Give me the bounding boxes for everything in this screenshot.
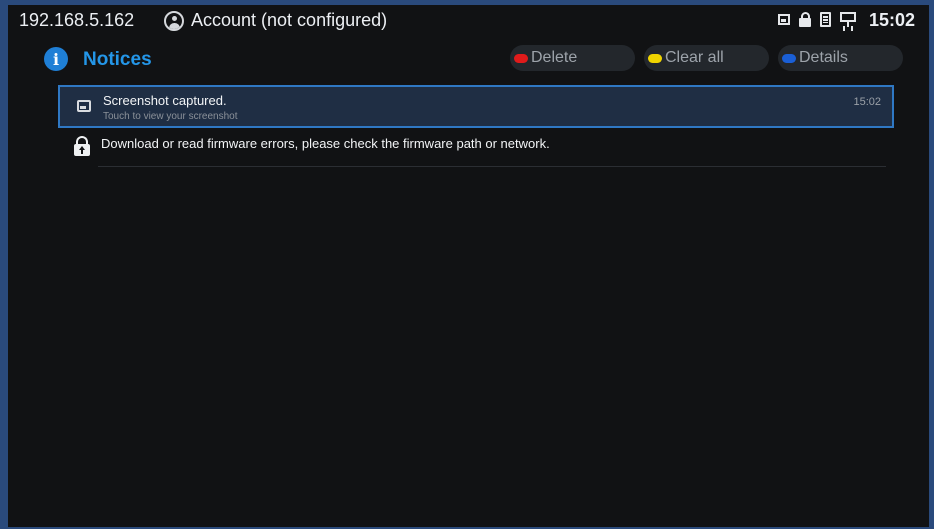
delete-label: Delete (531, 49, 578, 66)
device-screen: 192.168.5.162 Account (not configured) 1… (8, 5, 929, 527)
clear-all-softkey[interactable]: Clear all (644, 45, 769, 71)
status-bar: 192.168.5.162 Account (not configured) 1… (8, 5, 929, 38)
account-icon (164, 11, 184, 31)
red-key-icon (514, 53, 528, 63)
account-status[interactable]: Account (not configured) (191, 10, 387, 31)
info-icon: i (44, 47, 68, 71)
notice-title: Screenshot captured. (103, 93, 227, 108)
page-title: Notices (83, 49, 152, 70)
notice-subtitle: Touch to view your screenshot (103, 111, 238, 122)
clear-all-label: Clear all (665, 49, 724, 66)
notice-item-firmware[interactable]: Download or read firmware errors, please… (58, 134, 894, 171)
notice-time: 15:02 (853, 96, 881, 108)
sd-card-icon (820, 12, 831, 27)
delete-softkey[interactable]: Delete (510, 45, 635, 71)
details-softkey[interactable]: Details (778, 45, 903, 71)
notices-header: i Notices Delete Clear all Details (8, 43, 929, 77)
ip-address: 192.168.5.162 (19, 10, 135, 30)
clock: 15:02 (869, 10, 916, 30)
screenshot-icon (778, 14, 790, 25)
blue-key-icon (782, 53, 796, 63)
notice-title: Download or read firmware errors, please… (101, 136, 550, 151)
image-icon (77, 100, 91, 112)
lock-icon (799, 12, 811, 27)
notice-item-screenshot[interactable]: Screenshot captured. Touch to view your … (58, 85, 894, 128)
divider (98, 166, 886, 167)
network-icon (840, 12, 856, 27)
status-icons (778, 12, 856, 27)
details-label: Details (799, 49, 848, 66)
firmware-arrow-icon (81, 150, 83, 154)
yellow-key-icon (648, 53, 662, 63)
notice-list: Screenshot captured. Touch to view your … (58, 85, 894, 171)
